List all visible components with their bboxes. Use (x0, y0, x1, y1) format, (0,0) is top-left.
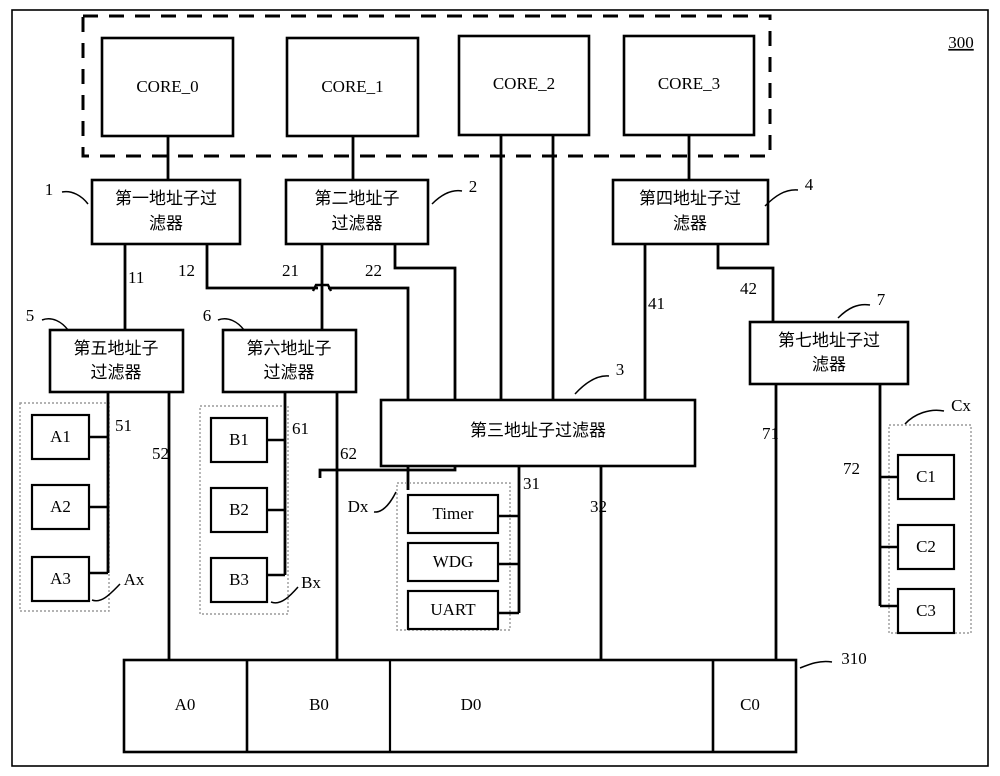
peripheral-box-c1[interactable]: C1 (896, 453, 956, 501)
a1-label: A1 (50, 427, 71, 446)
peripheral-box-b1[interactable]: B1 (209, 416, 269, 464)
c2-label: C2 (916, 537, 936, 556)
wire-22-label: 22 (365, 261, 382, 280)
filter-5-ref: 5 (26, 306, 35, 325)
figure-canvas: CORE_0 CORE_1 CORE_2 CORE_3 第一地址子过 滤器 1 (0, 0, 1000, 776)
filter-2-label-line2: 过滤器 (332, 214, 383, 233)
filter-box-6[interactable]: 第六地址子 过滤器 (221, 328, 358, 394)
peripheral-box-wdg[interactable]: WDG (406, 541, 500, 583)
filter-6-ref: 6 (203, 306, 212, 325)
a2-label: A2 (50, 497, 71, 516)
filter-1-ref-leader (61, 190, 89, 205)
wire-71-label: 71 (762, 424, 779, 443)
filter-3-ref: 3 (616, 360, 625, 379)
bus-ref-label: 310 (841, 649, 867, 668)
filter-box-7[interactable]: 第七地址子过 滤器 (748, 320, 910, 386)
filter-2-ref: 2 (469, 177, 478, 196)
wire-32-label: 32 (590, 497, 607, 516)
peripheral-box-a2[interactable]: A2 (30, 483, 91, 531)
wire-62-label: 62 (340, 444, 357, 463)
bus-segment-a0-label: A0 (175, 695, 196, 714)
core-box-0[interactable]: CORE_0 (100, 36, 235, 138)
core-0-label: CORE_0 (136, 77, 198, 96)
filter-5-ref-leader (41, 318, 69, 331)
bus-segment-c0-label: C0 (740, 695, 760, 714)
group-dx-label: Dx (348, 497, 369, 516)
bus-segment-b0-label: B0 (309, 695, 329, 714)
filter-4-label-line1: 第四地址子过 (639, 189, 741, 208)
group-cx-label: Cx (951, 396, 971, 415)
peripheral-box-timer[interactable]: Timer (406, 493, 500, 535)
group-ax-label: Ax (124, 570, 145, 589)
timer-label: Timer (433, 504, 474, 523)
group-bx-label: Bx (301, 573, 321, 592)
core-3-label: CORE_3 (658, 74, 720, 93)
filter-6-label-line2: 过滤器 (264, 363, 315, 382)
core-1-label: CORE_1 (321, 77, 383, 96)
filter-7-label-line2: 滤器 (812, 355, 846, 374)
filter-3-label: 第三地址子过滤器 (470, 421, 606, 440)
peripheral-box-c3[interactable]: C3 (896, 587, 956, 635)
filter-4-ref-leader (764, 189, 799, 207)
wire-61-label: 61 (292, 419, 309, 438)
filter-box-3[interactable]: 第三地址子过滤器 (379, 398, 697, 468)
wire-11-label: 11 (128, 268, 144, 287)
peripheral-box-b3[interactable]: B3 (209, 556, 269, 604)
uart-label: UART (430, 600, 476, 619)
memory-bus-310: A0 B0 D0 C0 (122, 658, 798, 754)
filter-2-ref-leader (431, 189, 463, 205)
core-2-label: CORE_2 (493, 74, 555, 93)
filter-5-label-line2: 过滤器 (91, 363, 142, 382)
c1-label: C1 (916, 467, 936, 486)
peripheral-box-c2[interactable]: C2 (896, 523, 956, 571)
peripheral-box-uart[interactable]: UART (406, 589, 500, 631)
filter-1-label-line1: 第一地址子过 (115, 189, 217, 208)
filter-4-label-line2: 滤器 (673, 214, 707, 233)
filter-7-ref: 7 (877, 290, 886, 309)
filter-7-label-line1: 第七地址子过 (778, 331, 880, 350)
group-ax-leader (91, 583, 121, 602)
filter-box-2[interactable]: 第二地址子 过滤器 (284, 178, 430, 246)
b1-label: B1 (229, 430, 249, 449)
filter-box-4[interactable]: 第四地址子过 滤器 (611, 178, 770, 246)
filter-6-label-line1: 第六地址子 (247, 339, 332, 358)
wire-41-label: 41 (648, 294, 665, 313)
c3-label: C3 (916, 601, 936, 620)
wire-12 (205, 244, 318, 290)
wire-72-label: 72 (843, 459, 860, 478)
filter-box-1[interactable]: 第一地址子过 滤器 (90, 178, 242, 246)
group-bx-leader (270, 586, 299, 604)
peripheral-box-a1[interactable]: A1 (30, 413, 91, 461)
wire-12-label: 12 (178, 261, 195, 280)
wire-52-label: 52 (152, 444, 169, 463)
b3-label: B3 (229, 570, 249, 589)
block-diagram: CORE_0 CORE_1 CORE_2 CORE_3 第一地址子过 滤器 1 (11, 9, 989, 767)
wire-31-label: 31 (523, 474, 540, 493)
core-box-2[interactable]: CORE_2 (457, 34, 591, 137)
filter-box-5[interactable]: 第五地址子 过滤器 (48, 328, 185, 394)
a3-label: A3 (50, 569, 71, 588)
bus-segment-d0-label: D0 (461, 695, 482, 714)
wire-51-label: 51 (115, 416, 132, 435)
filter-5-label-line1: 第五地址子 (74, 339, 159, 358)
bus-ref-leader (799, 660, 833, 669)
wire-42-label: 42 (740, 279, 757, 298)
filter-3-ref-leader (574, 375, 610, 395)
peripheral-box-a3[interactable]: A3 (30, 555, 91, 603)
filter-1-label-line2: 滤器 (149, 214, 183, 233)
wire-21-label: 21 (282, 261, 299, 280)
filter-2-label-line1: 第二地址子 (315, 189, 400, 208)
figure-ref-300: 300 (948, 33, 974, 52)
peripheral-box-b2[interactable]: B2 (209, 486, 269, 534)
group-cx-leader (904, 409, 945, 425)
filter-6-ref-leader (217, 318, 245, 331)
filter-4-ref: 4 (805, 175, 814, 194)
wdg-label: WDG (433, 552, 474, 571)
b2-label: B2 (229, 500, 249, 519)
filter-7-ref-leader (837, 303, 871, 319)
group-dx-leader (373, 491, 397, 513)
core-box-3[interactable]: CORE_3 (622, 34, 756, 137)
filter-1-ref: 1 (45, 180, 54, 199)
core-box-1[interactable]: CORE_1 (285, 36, 420, 138)
